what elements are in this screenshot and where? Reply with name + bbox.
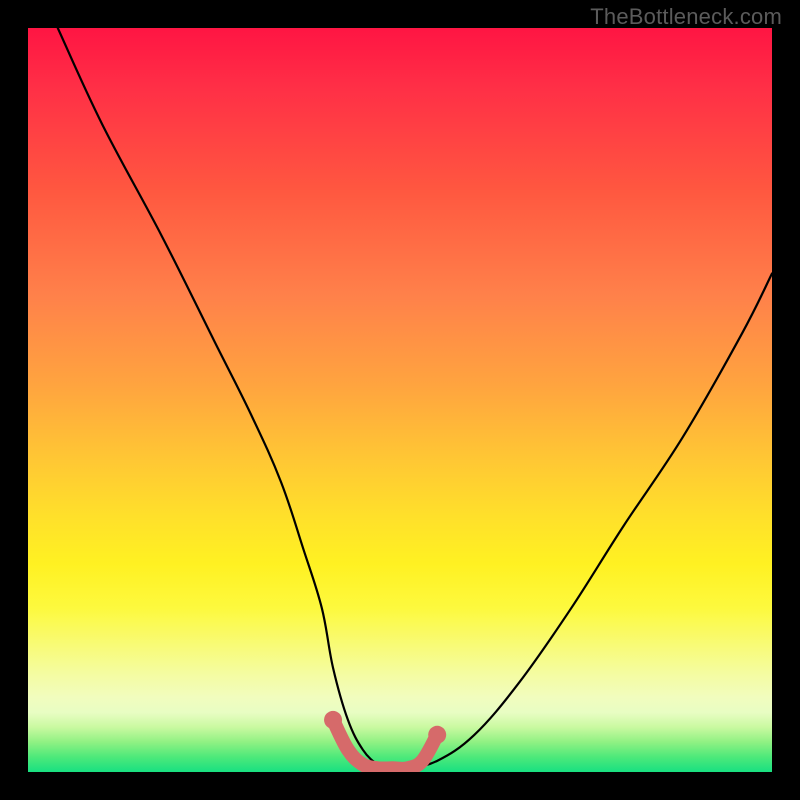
optimal-zone-path [324,711,446,769]
chart-plot-area [28,28,772,772]
chart-frame: TheBottleneck.com [0,0,800,800]
watermark-text: TheBottleneck.com [590,4,782,30]
bottleneck-curve-path [58,28,772,769]
chart-svg [28,28,772,772]
